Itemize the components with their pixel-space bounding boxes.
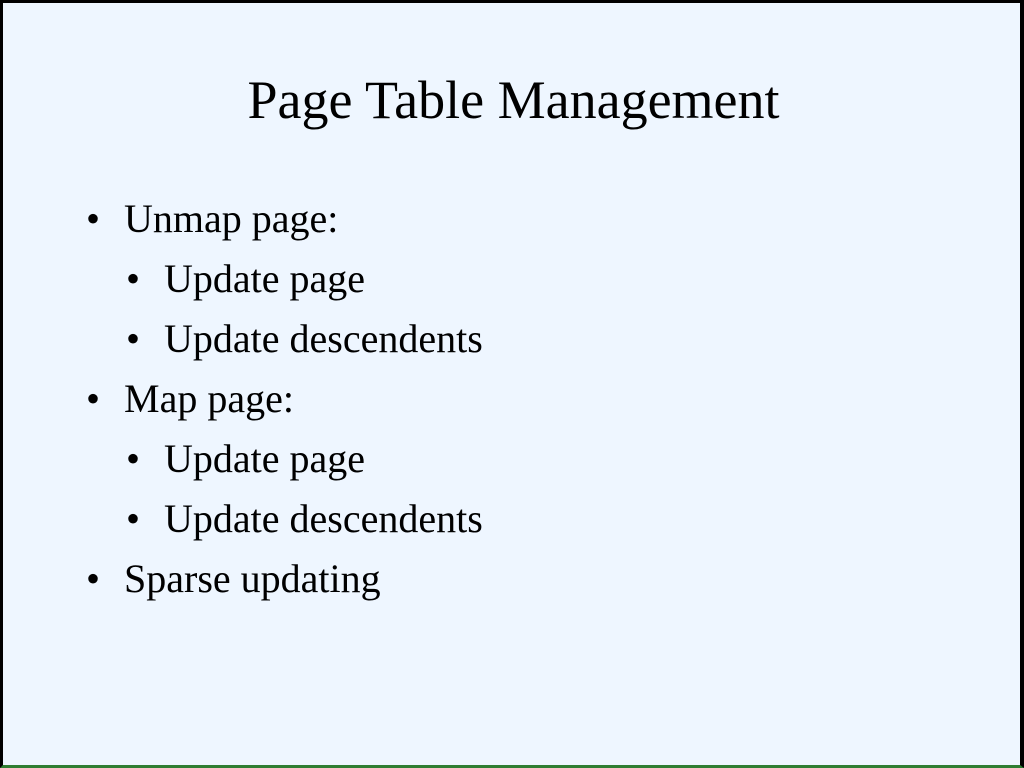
- bullet-text: Map page:: [124, 376, 294, 421]
- bullet-item-map-page: • Map page:: [86, 376, 294, 422]
- sub-bullet-item-update-page: • Update page: [126, 436, 365, 482]
- bullet-icon: •: [86, 196, 101, 241]
- bullet-icon: •: [126, 436, 141, 481]
- bullet-icon: •: [126, 496, 141, 541]
- sub-bullet-item-update-descendents: • Update descendents: [126, 316, 483, 362]
- bullet-text: Update descendents: [164, 496, 483, 541]
- bullet-icon: •: [126, 316, 141, 361]
- bullet-icon: •: [86, 556, 101, 601]
- bullet-item-unmap-page: • Unmap page:: [86, 196, 338, 242]
- bullet-text: Unmap page:: [124, 196, 339, 241]
- sub-bullet-item-update-descendents: • Update descendents: [126, 496, 483, 542]
- sub-bullet-item-update-page: • Update page: [126, 256, 365, 302]
- bullet-text: Update descendents: [164, 316, 483, 361]
- slide: Page Table Management • Unmap page: • Upda…: [0, 0, 1024, 768]
- bullet-text: Update page: [164, 256, 366, 301]
- bullet-text: Update page: [164, 436, 366, 481]
- bullet-item-sparse-updating: • Sparse updating: [86, 556, 381, 602]
- bullet-list: • Unmap page: • Update page • Update descen…: [3, 3, 1020, 765]
- bullet-icon: •: [126, 256, 141, 301]
- bullet-icon: •: [86, 376, 101, 421]
- bullet-text: Sparse updating: [124, 556, 381, 601]
